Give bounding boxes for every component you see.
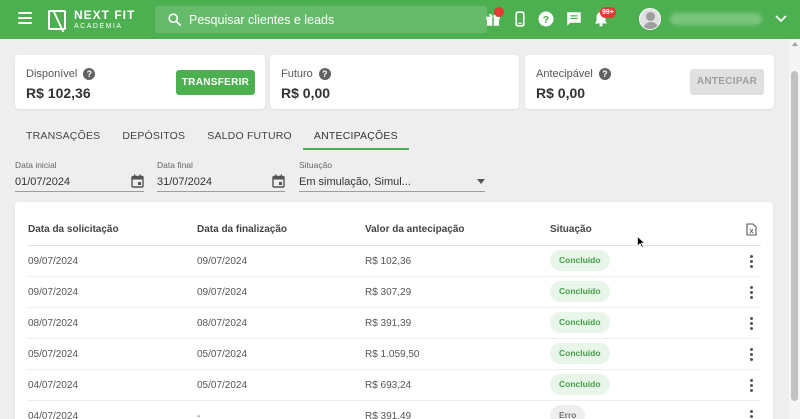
tab-saldo-futuro[interactable]: SALDO FUTURO <box>196 122 303 150</box>
cell-amount: R$ 1.059,50 <box>365 349 420 360</box>
search-bar[interactable] <box>155 6 487 33</box>
cell-amount: R$ 391,49 <box>365 411 412 419</box>
mobile-icon[interactable] <box>511 10 529 28</box>
search-icon <box>168 13 181 26</box>
filter-start-date-label: Data inicial <box>15 160 57 170</box>
cell-request-date: 04/07/2024 <box>28 411 79 419</box>
table-row[interactable]: 05/07/2024 05/07/2024 R$ 1.059,50 Conclu… <box>28 339 761 370</box>
help-icon[interactable]: ? <box>318 68 331 80</box>
cell-completion-date: 09/07/2024 <box>197 287 248 298</box>
cell-completion-date: 05/07/2024 <box>197 349 248 360</box>
logo[interactable]: NEXT FIT ACADEMIA <box>48 9 135 30</box>
scroll-up-arrow-icon[interactable] <box>792 42 798 46</box>
end-date-field[interactable]: 31/07/2024 <box>157 172 285 192</box>
search-input[interactable] <box>189 12 469 27</box>
tab-depositos[interactable]: DEPÓSITOS <box>111 122 196 150</box>
cell-request-date: 04/07/2024 <box>28 380 79 391</box>
header-amount: Valor da antecipação <box>365 224 465 235</box>
cell-amount: R$ 693,24 <box>365 380 412 391</box>
card-antecipavel-value: R$ 0,00 <box>536 85 586 101</box>
more-options-icon[interactable] <box>750 286 754 299</box>
status-badge: Concluído <box>550 281 610 302</box>
more-options-icon[interactable] <box>750 348 754 361</box>
card-futuro-value: R$ 0,00 <box>281 85 331 101</box>
table-row[interactable]: 04/07/2024 05/07/2024 R$ 693,24 Concluíd… <box>28 370 761 401</box>
top-bar: NEXT FIT ACADEMIA ? 99+ <box>0 0 800 39</box>
table-row[interactable]: 04/07/2024 - R$ 391,49 Erro <box>28 401 761 419</box>
avatar[interactable] <box>639 8 661 30</box>
transfer-button[interactable]: TRANSFERIR <box>176 70 255 95</box>
logo-mark-icon <box>48 9 66 30</box>
table-row[interactable]: 09/07/2024 09/07/2024 R$ 307,29 Concluíd… <box>28 277 761 308</box>
header-status: Situação <box>550 224 592 235</box>
status-badge: Concluído <box>550 343 610 364</box>
filter-end-date-label: Data final <box>157 160 193 170</box>
cell-request-date: 08/07/2024 <box>28 318 79 329</box>
user-name-blurred[interactable] <box>670 13 762 25</box>
card-antecipavel: Antecipável? R$ 0,00 ANTECIPAR <box>525 55 774 109</box>
start-date-field[interactable]: 01/07/2024 <box>15 172 144 192</box>
help-icon[interactable]: ? <box>83 68 96 80</box>
filter-status-label: Situação <box>299 160 333 170</box>
help-icon[interactable]: ? <box>537 10 555 28</box>
end-date-value: 31/07/2024 <box>157 176 213 188</box>
status-badge: Concluído <box>550 250 610 271</box>
table-row[interactable]: 08/07/2024 08/07/2024 R$ 391,39 Concluíd… <box>28 308 761 339</box>
cell-request-date: 09/07/2024 <box>28 287 79 298</box>
tab-antecipacoes[interactable]: ANTECIPAÇÕES <box>302 122 409 150</box>
cell-amount: R$ 307,29 <box>365 287 412 298</box>
cell-amount: R$ 391,39 <box>365 318 412 329</box>
svg-text:?: ? <box>543 14 549 26</box>
more-options-icon[interactable] <box>750 410 754 419</box>
card-disponivel: Disponível? R$ 102,36 TRANSFERIR <box>15 55 265 109</box>
dropdown-arrow-icon <box>477 179 485 184</box>
header-request-date: Data da solicitação <box>28 224 119 235</box>
scrollbar[interactable] <box>789 39 800 419</box>
start-date-value: 01/07/2024 <box>15 176 71 188</box>
brand-subtitle: ACADEMIA <box>74 23 123 30</box>
more-options-icon[interactable] <box>750 255 754 268</box>
chevron-down-icon[interactable] <box>775 14 787 24</box>
card-disponivel-value: R$ 102,36 <box>26 85 91 101</box>
tab-transacoes[interactable]: TRANSAÇÕES <box>15 122 111 150</box>
tabs: TRANSAÇÕES DEPÓSITOS SALDO FUTURO ANTECI… <box>15 122 409 150</box>
calendar-icon[interactable] <box>272 174 285 188</box>
more-options-icon[interactable] <box>750 379 754 392</box>
more-options-icon[interactable] <box>750 317 754 330</box>
status-select-value: Em simulação, Simul... <box>299 176 411 188</box>
cell-request-date: 09/07/2024 <box>28 256 79 267</box>
status-select[interactable]: Em simulação, Simul... <box>299 172 485 192</box>
cell-completion-date: 05/07/2024 <box>197 380 248 391</box>
table-row[interactable]: 09/07/2024 09/07/2024 R$ 102,36 Concluíd… <box>28 246 761 277</box>
calendar-icon[interactable] <box>131 174 144 188</box>
export-excel-icon[interactable]: X <box>746 223 757 236</box>
header-completion-date: Data da finalização <box>197 224 288 235</box>
svg-text:X: X <box>749 230 753 236</box>
card-antecipavel-label: Antecipável <box>536 68 593 80</box>
status-badge: Concluído <box>550 312 610 333</box>
menu-icon[interactable] <box>18 12 32 24</box>
cell-completion-date: 08/07/2024 <box>197 318 248 329</box>
anticipate-button[interactable]: ANTECIPAR <box>690 69 764 95</box>
scrollbar-thumb[interactable] <box>791 71 798 401</box>
card-futuro-label: Futuro <box>281 68 313 80</box>
notification-badge: 99+ <box>600 7 616 18</box>
status-badge: Concluído <box>550 374 610 395</box>
card-futuro: Futuro? R$ 0,00 <box>270 55 519 109</box>
cell-completion-date: 09/07/2024 <box>197 256 248 267</box>
mouse-cursor-icon <box>637 236 645 248</box>
cell-amount: R$ 102,36 <box>365 256 412 267</box>
card-disponivel-label: Disponível <box>26 68 78 80</box>
gift-notification-dot <box>494 7 504 17</box>
status-badge: Erro <box>550 405 586 419</box>
help-icon[interactable]: ? <box>598 68 611 80</box>
chat-icon[interactable] <box>565 10 583 28</box>
cell-request-date: 05/07/2024 <box>28 349 79 360</box>
brand-name: NEXT FIT <box>74 8 136 22</box>
cell-completion-date: - <box>197 411 201 419</box>
